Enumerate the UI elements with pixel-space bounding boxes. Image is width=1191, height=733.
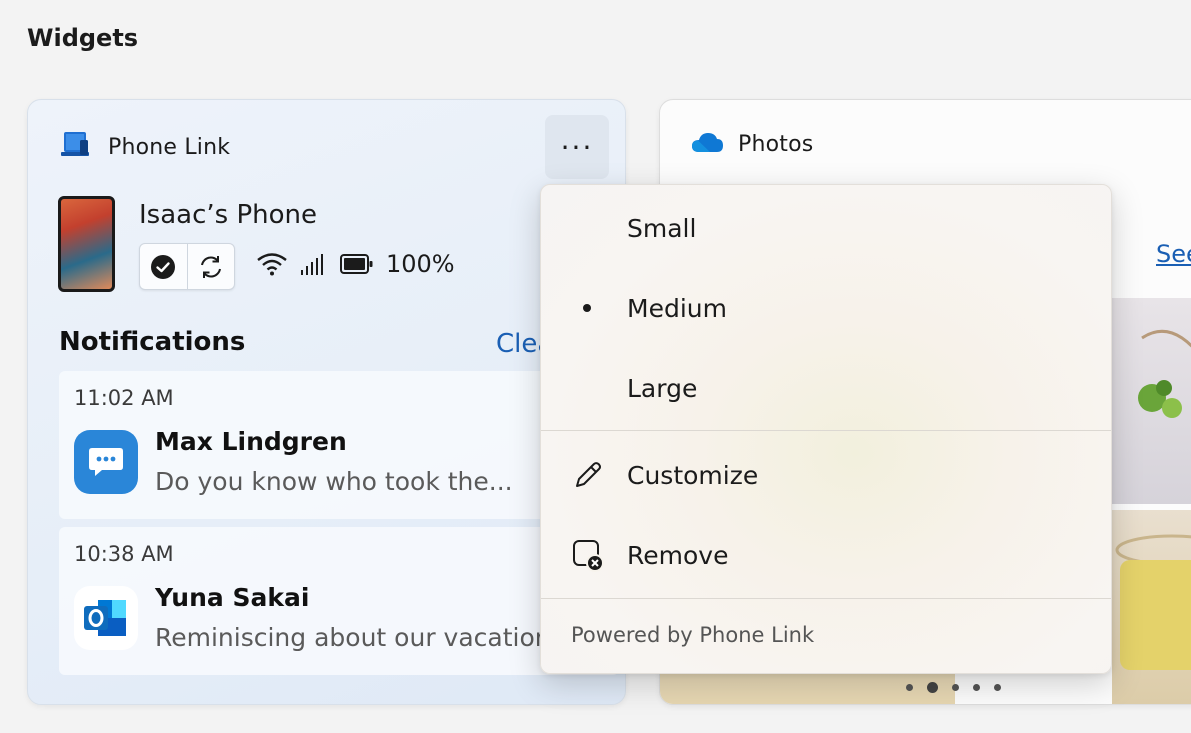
phone-wallpaper-thumbnail xyxy=(58,196,115,292)
phone-link-icon xyxy=(60,130,92,164)
page-indicator xyxy=(906,682,1001,693)
menu-item-small[interactable]: Small xyxy=(541,198,1111,258)
more-options-button[interactable]: ··· xyxy=(545,115,609,179)
page-dot-active[interactable] xyxy=(927,682,938,693)
pencil-icon xyxy=(571,458,605,492)
onedrive-cloud-icon xyxy=(690,130,724,158)
widget-context-menu: Small Medium Large Customize Remove Powe… xyxy=(540,184,1112,674)
menu-divider xyxy=(541,598,1111,599)
widget-header: Phone Link xyxy=(60,130,230,164)
notification-item[interactable]: 10:38 AM Yuna Sakai Reminiscing about ou… xyxy=(59,527,619,675)
photo-thumbnail[interactable] xyxy=(1112,510,1191,704)
remove-widget-icon xyxy=(571,538,605,572)
phone-link-widget: Phone Link ··· Isaac’s Phone 100% Notifi… xyxy=(27,99,626,705)
do-not-disturb-button[interactable] xyxy=(140,244,187,289)
more-icon: ··· xyxy=(560,130,594,164)
menu-item-customize[interactable]: Customize xyxy=(541,445,1111,505)
check-circle-icon xyxy=(151,254,176,279)
signal-icon xyxy=(301,254,323,275)
widget-title: Phone Link xyxy=(108,134,231,160)
menu-item-label: Large xyxy=(627,373,698,403)
notification-preview: Reminiscing about our vacation xyxy=(155,623,551,652)
widget-title: Photos xyxy=(738,131,814,157)
wifi-icon xyxy=(257,253,287,276)
menu-item-label: Customize xyxy=(627,460,759,490)
page-dot[interactable] xyxy=(906,684,913,691)
menu-item-label: Remove xyxy=(627,540,729,570)
sync-button[interactable] xyxy=(186,244,234,289)
see-all-link[interactable]: See xyxy=(1156,240,1191,268)
device-action-group xyxy=(139,243,235,290)
notification-preview: Do you know who took the... xyxy=(155,467,513,496)
menu-item-large[interactable]: Large xyxy=(541,358,1111,418)
sync-icon xyxy=(200,255,221,278)
page-dot[interactable] xyxy=(973,684,980,691)
menu-item-medium[interactable]: Medium xyxy=(541,278,1111,338)
battery-icon xyxy=(340,254,373,274)
notification-time: 11:02 AM xyxy=(74,386,174,410)
menu-item-label: Small xyxy=(627,213,697,243)
selected-bullet-icon xyxy=(583,304,591,312)
page-dot[interactable] xyxy=(952,684,959,691)
notification-time: 10:38 AM xyxy=(74,542,174,566)
page-title: Widgets xyxy=(27,24,139,52)
notifications-heading: Notifications xyxy=(59,327,246,357)
menu-footer: Powered by Phone Link xyxy=(571,623,815,647)
menu-item-remove[interactable]: Remove xyxy=(541,525,1111,585)
notification-sender: Yuna Sakai xyxy=(155,583,310,612)
battery-level: 100% xyxy=(386,250,455,278)
messages-icon xyxy=(74,430,138,494)
menu-divider xyxy=(541,430,1111,431)
device-status: 100% xyxy=(256,250,455,278)
outlook-icon xyxy=(74,586,138,650)
notification-sender: Max Lindgren xyxy=(155,427,347,456)
page-dot[interactable] xyxy=(994,684,1001,691)
menu-item-label: Medium xyxy=(627,293,727,323)
photo-thumbnail[interactable] xyxy=(1112,298,1191,504)
widget-header: Photos xyxy=(690,130,813,158)
device-name: Isaac’s Phone xyxy=(139,200,317,230)
notification-item[interactable]: 11:02 AM Max Lindgren Do you know who to… xyxy=(59,371,619,519)
